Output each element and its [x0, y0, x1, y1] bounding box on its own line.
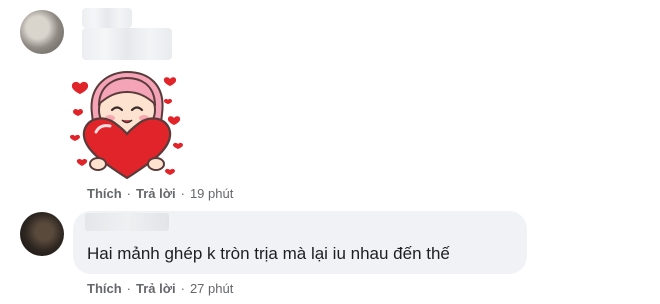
like-button[interactable]: Thích: [87, 186, 122, 201]
comment-timestamp[interactable]: 19 phút: [190, 186, 233, 201]
reply-button[interactable]: Trả lời: [136, 186, 176, 201]
commenter-avatar[interactable]: [20, 212, 64, 256]
comment-bubble: Hai mảnh ghép k tròn trịa mà lại iu nhau…: [73, 211, 527, 274]
like-button[interactable]: Thích: [87, 281, 122, 296]
comment-actions: Thích · Trả lời · 19 phút: [87, 186, 233, 201]
separator-dot: ·: [180, 186, 185, 201]
separator-dot: ·: [180, 281, 185, 296]
commenter-avatar[interactable]: [20, 10, 64, 54]
girl-hugging-heart-sticker: [70, 70, 183, 180]
comment-actions: Thích · Trả lời · 27 phút: [87, 281, 233, 296]
separator-dot: ·: [126, 186, 132, 201]
comment-timestamp[interactable]: 27 phút: [190, 281, 233, 296]
reply-button[interactable]: Trả lời: [136, 281, 176, 296]
blurred-name-line: [82, 8, 132, 28]
blurred-commenter-name[interactable]: [85, 213, 169, 231]
separator-dot: ·: [126, 281, 132, 296]
comment-text: Hai mảnh ghép k tròn trịa mà lại iu nhau…: [87, 244, 450, 263]
blurred-commenter-name[interactable]: [82, 28, 172, 60]
